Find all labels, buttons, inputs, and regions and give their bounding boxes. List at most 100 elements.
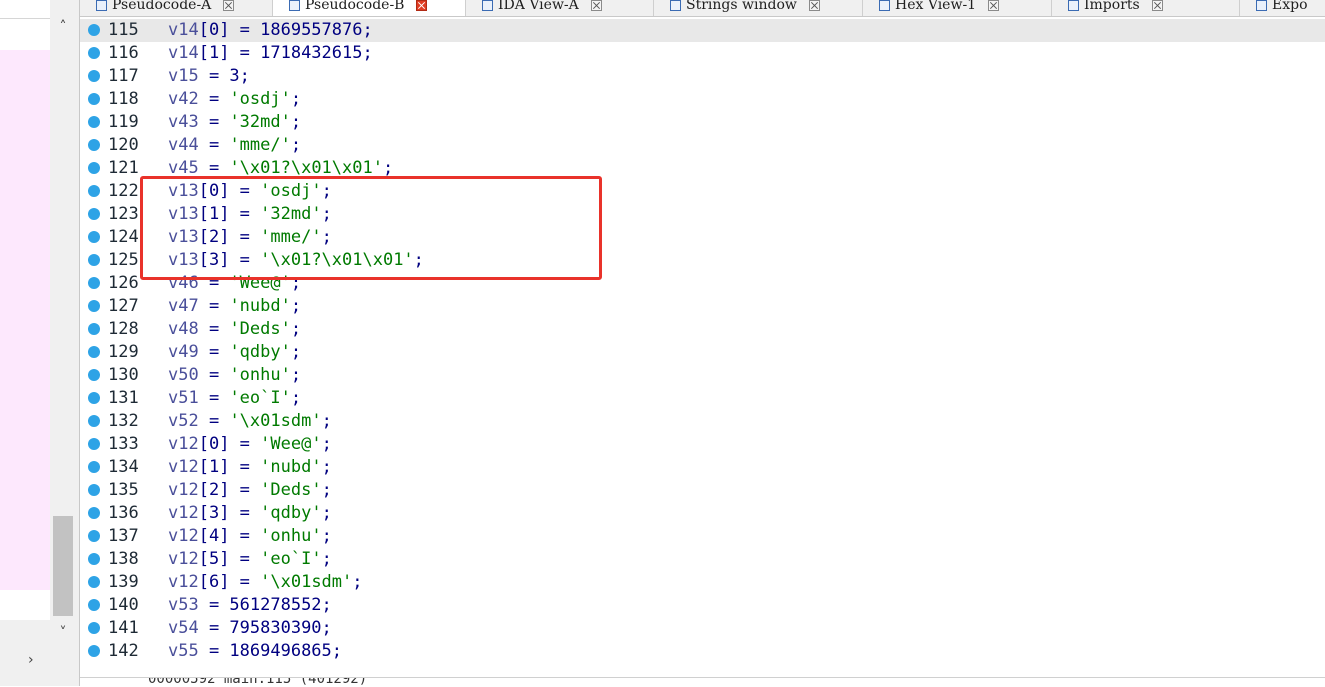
variable-name[interactable]: v47 [168, 296, 199, 316]
horizontal-scrollbar[interactable]: › [0, 646, 76, 674]
variable-name[interactable]: v43 [168, 112, 199, 132]
statement-terminator: ; [290, 319, 302, 339]
code-line[interactable]: 135 v12[2] = 'Deds'; [80, 479, 1325, 502]
breakpoint-dot-icon[interactable] [88, 185, 100, 197]
variable-name[interactable]: v12 [168, 434, 199, 454]
tab-imports[interactable]: Imports [1052, 0, 1240, 16]
tab-expo[interactable]: Expo [1240, 0, 1325, 16]
breakpoint-dot-icon[interactable] [88, 70, 100, 82]
code-line[interactable]: 115 v14[0] = 1869557876; [80, 19, 1325, 42]
breakpoint-dot-icon[interactable] [88, 323, 100, 335]
variable-name[interactable]: v52 [168, 411, 199, 431]
chevron-right-icon[interactable]: › [28, 646, 34, 674]
list-empty-region [0, 590, 50, 620]
code-line[interactable]: 140 v53 = 561278552; [80, 594, 1325, 617]
close-tab-icon[interactable] [808, 0, 820, 11]
breakpoint-dot-icon[interactable] [88, 438, 100, 450]
breakpoint-dot-icon[interactable] [88, 93, 100, 105]
close-tab-icon[interactable] [590, 0, 602, 11]
variable-name[interactable]: v48 [168, 319, 199, 339]
breakpoint-dot-icon[interactable] [88, 530, 100, 542]
breakpoint-dot-icon[interactable] [88, 24, 100, 36]
chevron-down-icon[interactable]: ˅ [50, 622, 76, 644]
code-line[interactable]: 116 v14[1] = 1718432615; [80, 42, 1325, 65]
chevron-up-icon[interactable]: ˄ [50, 16, 76, 38]
breakpoint-dot-icon[interactable] [88, 599, 100, 611]
statement-terminator: ; [382, 158, 394, 178]
vertical-scrollbar[interactable]: ˄ ˅ [50, 18, 76, 646]
variable-name[interactable]: v51 [168, 388, 199, 408]
code-line[interactable]: 136 v12[3] = 'qdby'; [80, 502, 1325, 525]
breakpoint-dot-icon[interactable] [88, 231, 100, 243]
variable-name[interactable]: v54 [168, 618, 199, 638]
breakpoint-dot-icon[interactable] [88, 576, 100, 588]
close-tab-icon[interactable] [416, 0, 428, 11]
close-tab-icon[interactable] [1151, 0, 1163, 11]
breakpoint-dot-icon[interactable] [88, 277, 100, 289]
code-line[interactable]: 117 v15 = 3; [80, 65, 1325, 88]
variable-name[interactable]: v12 [168, 503, 199, 523]
code-line[interactable]: 142 v55 = 1869496865; [80, 640, 1325, 663]
statement-terminator: ; [321, 457, 332, 477]
variable-name[interactable]: v12 [168, 457, 199, 477]
tab-pseudocode-b[interactable]: Pseudocode-B [273, 0, 466, 16]
variable-name[interactable]: v14 [168, 20, 199, 40]
code-line[interactable]: 130 v50 = 'onhu'; [80, 364, 1325, 387]
variable-name[interactable]: v12 [168, 526, 199, 546]
variable-name[interactable]: v12 [168, 572, 199, 592]
tab-pseudocode-a[interactable]: Pseudocode-A [80, 0, 273, 16]
variable-name[interactable]: v15 [168, 66, 199, 86]
code-line[interactable]: 131 v51 = 'eo`I'; [80, 387, 1325, 410]
variable-name[interactable]: v49 [168, 342, 199, 362]
close-tab-icon[interactable] [223, 0, 235, 11]
breakpoint-dot-icon[interactable] [88, 461, 100, 473]
breakpoint-dot-icon[interactable] [88, 369, 100, 381]
code-line[interactable]: 141 v54 = 795830390; [80, 617, 1325, 640]
variable-name[interactable]: v45 [168, 158, 199, 178]
variable-name[interactable]: v14 [168, 43, 199, 63]
tab-hex-view-1[interactable]: Hex View-1 [863, 0, 1052, 16]
pseudocode-view[interactable]: 115 v14[0] = 1869557876; 116 v14[1] = 17184… [80, 17, 1325, 677]
breakpoint-dot-icon[interactable] [88, 645, 100, 657]
code-line[interactable]: 128 v48 = 'Deds'; [80, 318, 1325, 341]
code-line[interactable]: 137 v12[4] = 'onhu'; [80, 525, 1325, 548]
code-line[interactable]: 132 v52 = '\x01sdm'; [80, 410, 1325, 433]
code-line[interactable]: 138 v12[5] = 'eo`I'; [80, 548, 1325, 571]
breakpoint-dot-icon[interactable] [88, 47, 100, 59]
code-line[interactable]: 139 v12[6] = '\x01sdm'; [80, 571, 1325, 594]
statement-text: = 'eo`I'; [199, 388, 301, 408]
breakpoint-dot-icon[interactable] [88, 116, 100, 128]
code-line[interactable]: 127 v47 = 'nubd'; [80, 295, 1325, 318]
line-number: 133 [108, 434, 139, 454]
breakpoint-dot-icon[interactable] [88, 553, 100, 565]
variable-name[interactable]: v12 [168, 480, 199, 500]
function-list[interactable] [0, 0, 50, 620]
variable-name[interactable]: v12 [168, 549, 199, 569]
tab-ida-view-a[interactable]: IDA View-A [466, 0, 654, 16]
scrollbar-thumb[interactable] [53, 516, 73, 616]
code-line[interactable]: 129 v49 = 'qdby'; [80, 341, 1325, 364]
variable-name[interactable]: v53 [168, 595, 199, 615]
variable-name[interactable]: v44 [168, 135, 199, 155]
breakpoint-dot-icon[interactable] [88, 346, 100, 358]
breakpoint-dot-icon[interactable] [88, 484, 100, 496]
variable-name[interactable]: v50 [168, 365, 199, 385]
breakpoint-dot-icon[interactable] [88, 162, 100, 174]
breakpoint-dot-icon[interactable] [88, 622, 100, 634]
breakpoint-dot-icon[interactable] [88, 300, 100, 312]
breakpoint-dot-icon[interactable] [88, 507, 100, 519]
tab-strings-window[interactable]: Strings window [654, 0, 863, 16]
variable-name[interactable]: v55 [168, 641, 199, 661]
code-line[interactable]: 119 v43 = '32md'; [80, 111, 1325, 134]
code-line[interactable]: 118 v42 = 'osdj'; [80, 88, 1325, 111]
breakpoint-dot-icon[interactable] [88, 415, 100, 427]
code-line[interactable]: 134 v12[1] = 'nubd'; [80, 456, 1325, 479]
breakpoint-dot-icon[interactable] [88, 139, 100, 151]
code-line[interactable]: 133 v12[0] = 'Wee@'; [80, 433, 1325, 456]
breakpoint-dot-icon[interactable] [88, 208, 100, 220]
breakpoint-dot-icon[interactable] [88, 254, 100, 266]
variable-name[interactable]: v42 [168, 89, 199, 109]
close-tab-icon[interactable] [988, 0, 1000, 11]
code-line[interactable]: 120 v44 = 'mme/'; [80, 134, 1325, 157]
breakpoint-dot-icon[interactable] [88, 392, 100, 404]
